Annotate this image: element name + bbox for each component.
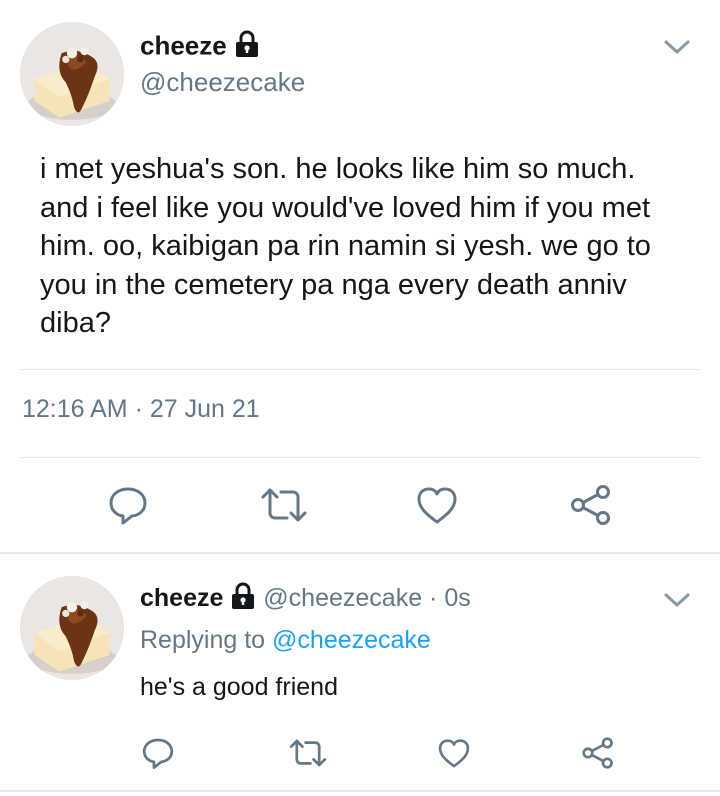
display-name[interactable]: cheeze (140, 30, 260, 65)
share-icon (571, 485, 610, 525)
lock-icon (230, 582, 256, 617)
handle[interactable]: @cheezecake (140, 67, 305, 98)
replying-to: Replying to @cheezecake (140, 626, 431, 655)
share-icon (582, 737, 613, 769)
retweet-button[interactable] (286, 733, 330, 773)
heart-icon (438, 739, 470, 768)
lock-icon (234, 30, 260, 65)
timestamp[interactable]: 12:16 AM · 27 Jun 21 (22, 395, 260, 424)
avatar[interactable] (20, 22, 124, 126)
replying-handle-link[interactable]: @cheezecake (272, 626, 431, 654)
replying-prefix: Replying to (140, 626, 273, 654)
share-button[interactable] (578, 733, 618, 773)
chevron-down-icon[interactable] (662, 590, 692, 610)
divider (20, 457, 700, 458)
display-name-text: cheeze (140, 30, 227, 61)
reply-handle-time: @cheezecake · 0s (263, 584, 471, 613)
reply-button[interactable] (103, 482, 153, 528)
chevron-down-icon[interactable] (662, 37, 692, 57)
reply-icon (109, 487, 147, 525)
reply-header[interactable]: cheeze @cheezecake · 0s (140, 582, 471, 617)
tweet-text: i met yeshua's son. he looks like him so… (40, 153, 651, 339)
reply-text: he's a good friend (140, 673, 338, 701)
bottom-divider (0, 790, 720, 792)
heart-icon (417, 487, 457, 524)
reply-button[interactable] (138, 733, 178, 773)
reply-icon (142, 738, 174, 769)
reply-display-name: cheeze (140, 584, 224, 613)
retweet-icon (289, 739, 327, 767)
like-button[interactable] (412, 482, 462, 528)
retweet-button[interactable] (256, 482, 312, 528)
retweet-icon (261, 488, 307, 522)
reply-avatar[interactable] (20, 576, 124, 680)
share-button[interactable] (566, 482, 616, 528)
like-button[interactable] (434, 733, 474, 773)
section-divider (0, 552, 720, 554)
divider (20, 369, 700, 370)
